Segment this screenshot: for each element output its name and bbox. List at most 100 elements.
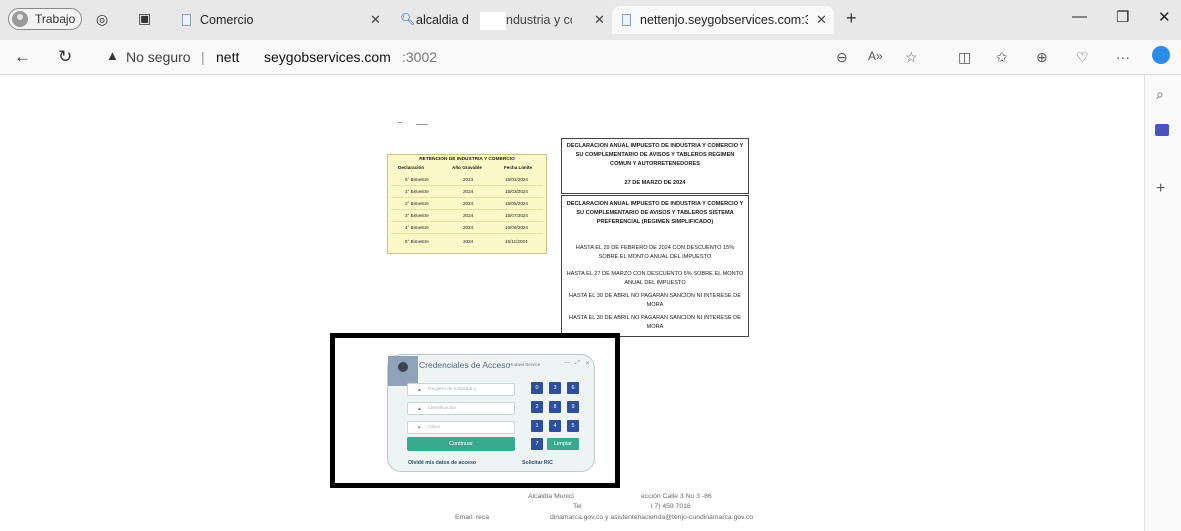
tab-alcaldia[interactable]: 🔍︎ alcaldia d ndustria y come ✕ <box>392 6 610 34</box>
keypad-key[interactable]: 6 <box>567 382 579 394</box>
retencion-table: RETENCION DE INDUSTRIA Y COMERCIO Declar… <box>387 154 547 254</box>
address-field[interactable]: ▲ No seguro | nett seygobservices.com :3… <box>96 45 876 69</box>
tab-nettenjo[interactable]: nettenjo.seygobservices.com:300 ✕ <box>612 6 834 34</box>
footer-text: Alcaldía Munici <box>528 493 574 500</box>
column-header: Año Gravable <box>452 165 482 170</box>
tab-title: Comercio <box>200 13 254 27</box>
new-tab-button[interactable]: + <box>846 8 857 29</box>
profile-button[interactable]: Trabajo <box>8 8 82 30</box>
declaration-title: DECLARACION ANUAL IMPUESTO DE INDUSTRIA … <box>566 201 744 225</box>
table-row: 5° Bimestre 2024 15/11/2024 <box>405 239 528 244</box>
footer-text: i 7) 459 7018 <box>651 503 691 510</box>
tab-title: nettenjo.seygobservices.com:300 <box>640 13 808 27</box>
table-row: 6° Bimestre 2023 15/01/2024 <box>391 174 543 186</box>
clave-field[interactable]: ✦ Clave <box>407 421 515 434</box>
close-tab-icon[interactable]: ✕ <box>594 12 605 28</box>
column-header: Fecha Límite <box>504 165 533 170</box>
profile-label: Trabajo <box>35 12 76 26</box>
tab-title: alcaldia d <box>416 13 469 27</box>
split-screen-icon[interactable]: ◫ <box>958 49 971 66</box>
keypad-key[interactable]: 2 <box>531 401 543 413</box>
back-arrow-icon[interactable]: ← <box>14 47 31 67</box>
declaration-line: HASTA EL 29 DE FEBRERO DE 2024 CON DESCU… <box>575 245 735 260</box>
keypad-key[interactable]: 8 <box>549 401 561 413</box>
redaction <box>480 12 506 30</box>
table-row: 1° Bimestre 2024 15/03/2024 <box>391 186 543 198</box>
keypad-key[interactable]: 0 <box>531 382 543 394</box>
workspaces-icon[interactable]: ◎ <box>96 11 108 28</box>
keypad-key[interactable]: 4 <box>549 420 561 432</box>
close-tab-icon[interactable]: ✕ <box>816 12 827 28</box>
search-favicon-icon: 🔍︎ <box>400 12 416 26</box>
forgot-credentials-link[interactable]: Olvidé mis datos de acceso <box>408 460 476 466</box>
close-icon[interactable]: ✕ <box>585 360 590 367</box>
expand-icon[interactable]: ⤢ <box>575 360 580 367</box>
identificacion-field[interactable]: ▲ Identificación <box>407 402 515 415</box>
declaration-line: HASTA EL 30 DE ABRIL NO PAGARAN SANCION … <box>569 315 741 330</box>
url-port: :3002 <box>402 49 438 65</box>
teams-icon[interactable] <box>1155 124 1169 136</box>
profile-avatar-icon <box>12 11 28 27</box>
security-label: No seguro <box>126 49 191 65</box>
declaration-line: HASTA EL 30 DE ABRIL NO PAGARAN SANCION … <box>569 293 741 308</box>
minimize-icon[interactable]: — <box>564 360 570 366</box>
id-icon: ▲ <box>417 406 422 412</box>
zoom-icon[interactable]: ⊖ <box>836 49 848 66</box>
minimize-icon[interactable]: — <box>1072 8 1087 25</box>
collections-icon[interactable]: ⊕ <box>1036 49 1048 66</box>
column-header: Declaración <box>398 165 425 170</box>
dash-mark <box>398 122 402 123</box>
table-row: 2° Bimestre 2024 15/05/2024 <box>391 198 543 210</box>
footer-text: Email: reca <box>455 514 489 521</box>
keypad-key[interactable]: 3 <box>549 382 561 394</box>
declaration-line: HASTA EL 27 DE MARZO CON DESCUENTO 5% SO… <box>566 271 744 286</box>
read-aloud-icon[interactable]: A» <box>868 49 883 63</box>
tab-actions-icon[interactable]: ▣ <box>138 10 151 27</box>
table-title: RETENCION DE INDUSTRIA Y COMERCIO <box>419 157 515 162</box>
favorites-icon[interactable]: ✩ <box>996 49 1008 66</box>
refresh-icon[interactable]: ↻ <box>58 47 72 67</box>
user-avatar-icon <box>388 356 418 386</box>
login-title: Credenciales de Acceso <box>419 360 511 370</box>
separator: | <box>201 49 205 65</box>
field-placeholder: Identificación <box>428 406 456 411</box>
tab-comercio[interactable]: Comercio ✕ <box>172 6 390 34</box>
sidebar <box>1144 75 1181 531</box>
login-subtitle: Huawei Service <box>509 362 541 367</box>
footer-text: Tel <box>573 503 582 510</box>
request-ric-link[interactable]: Solicitar RIC <box>522 460 553 466</box>
more-menu-icon[interactable]: ··· <box>1116 49 1130 65</box>
user-icon: ▲ <box>417 387 422 393</box>
url-host-start: nett <box>216 49 240 65</box>
keypad-key[interactable]: 5 <box>567 420 579 432</box>
dash-mark <box>416 124 428 125</box>
copilot-icon[interactable] <box>1152 46 1170 64</box>
close-tab-icon[interactable]: ✕ <box>370 12 381 28</box>
favorite-star-icon[interactable]: ☆ <box>905 49 918 66</box>
close-window-icon[interactable]: ✕ <box>1158 8 1171 26</box>
field-placeholder: Clave <box>428 425 441 430</box>
table-row: 3° Bimestre 2024 15/07/2024 <box>391 210 543 222</box>
key-icon: ✦ <box>417 425 422 431</box>
warning-icon: ▲ <box>106 48 119 63</box>
browser-essentials-icon[interactable]: ♡ <box>1076 49 1089 66</box>
declaracion-regimen-comun: DECLARACION ANUAL IMPUESTO DE INDUSTRIA … <box>561 138 749 194</box>
footer-text: dinamarca.gov.co y asistentehacienda@ten… <box>550 514 754 521</box>
document-favicon-icon <box>182 14 191 26</box>
declaracion-sistema-preferencial: DECLARACION ANUAL IMPUESTO DE INDUSTRIA … <box>561 195 749 337</box>
keypad-key[interactable]: 7 <box>531 438 543 450</box>
add-sidebar-app-icon[interactable]: + <box>1156 180 1165 198</box>
registro-field[interactable]: ▲ Registro de Industria y <box>407 383 515 396</box>
table-row: 4° Bimestre 2024 16/09/2024 <box>391 222 543 234</box>
keypad-key[interactable]: 1 <box>531 420 543 432</box>
continue-button[interactable]: Continuar <box>407 437 515 451</box>
restore-icon[interactable]: ❐ <box>1116 8 1129 26</box>
declaration-date: 27 DE MARZO DE 2024 <box>624 180 686 186</box>
document-favicon-icon <box>622 14 631 26</box>
clear-button[interactable]: Limpiar <box>547 438 579 450</box>
field-placeholder: Registro de Industria y <box>428 387 476 392</box>
keypad-key[interactable]: 9 <box>567 401 579 413</box>
footer-text: ección Calle 3 No 3 -86 <box>641 493 712 500</box>
declaration-title: DECLARACION ANUAL IMPUESTO DE INDUSTRIA … <box>566 143 744 167</box>
sidebar-search-icon[interactable]: ⌕ <box>1156 86 1164 103</box>
